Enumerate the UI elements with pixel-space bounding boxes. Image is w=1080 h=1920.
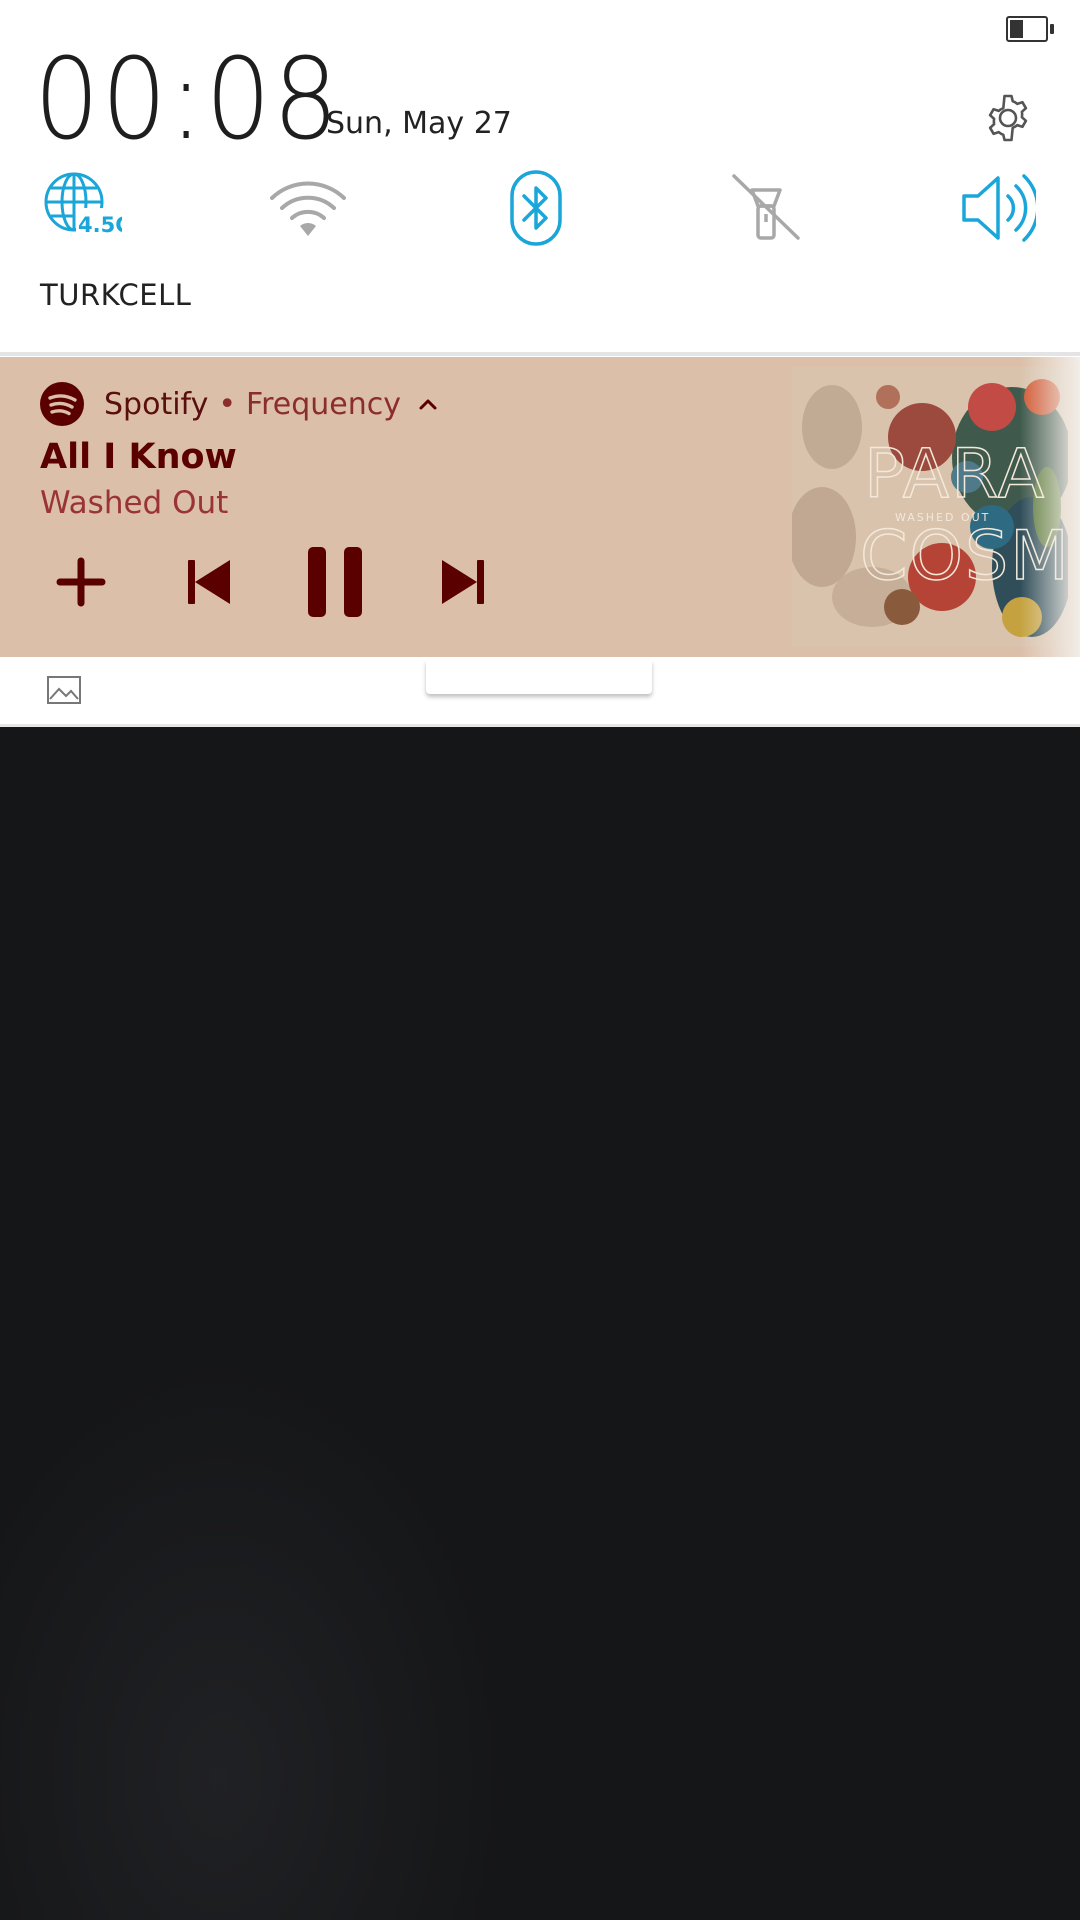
flashlight-off-icon[interactable]	[726, 168, 806, 248]
chevron-up-icon[interactable]	[415, 391, 441, 417]
speaker-icon[interactable]	[956, 168, 1036, 248]
track-artist: Washed Out	[40, 485, 229, 521]
globe-4-5g-icon[interactable]: 4.5G	[42, 168, 122, 248]
shade-drag-handle[interactable]	[426, 660, 652, 694]
quick-settings-row: 4.5G	[0, 168, 1080, 248]
next-icon[interactable]	[418, 537, 508, 627]
media-header[interactable]: Spotify • Frequency	[40, 381, 441, 427]
divider	[0, 352, 1080, 356]
svg-text:WASHED OUT: WASHED OUT	[895, 511, 990, 524]
svg-text:4.5G: 4.5G	[78, 213, 122, 237]
album-art: PARA COSM WASHED OUT	[792, 367, 1068, 647]
home-wallpaper	[0, 726, 1080, 1920]
svg-text:PARA: PARA	[864, 435, 1046, 514]
track-title: All I Know	[40, 437, 237, 477]
pause-icon[interactable]	[290, 537, 380, 627]
battery-icon	[1006, 16, 1054, 42]
screen: 00:08 Sun, May 27 4.5G	[0, 0, 1080, 1920]
svg-text:COSM: COSM	[860, 517, 1068, 596]
app-name: Spotify	[104, 386, 209, 422]
playlist-name: Frequency	[246, 386, 402, 422]
add-icon[interactable]	[36, 537, 126, 627]
gear-icon[interactable]	[980, 90, 1036, 146]
shade-bottom-edge	[0, 724, 1080, 727]
wifi-icon[interactable]	[268, 168, 348, 248]
notification-shade: 00:08 Sun, May 27 4.5G	[0, 0, 1080, 726]
bluetooth-icon[interactable]	[496, 168, 576, 248]
clock: 00:08	[34, 35, 341, 165]
carrier-label: TURKCELL	[40, 278, 192, 312]
spotify-icon	[40, 382, 84, 426]
previous-icon[interactable]	[164, 537, 254, 627]
media-notification[interactable]: Spotify • Frequency All I Know Washed Ou…	[0, 357, 1080, 657]
image-icon[interactable]	[44, 671, 84, 711]
date: Sun, May 27	[326, 106, 512, 141]
separator-dot: •	[218, 386, 237, 422]
